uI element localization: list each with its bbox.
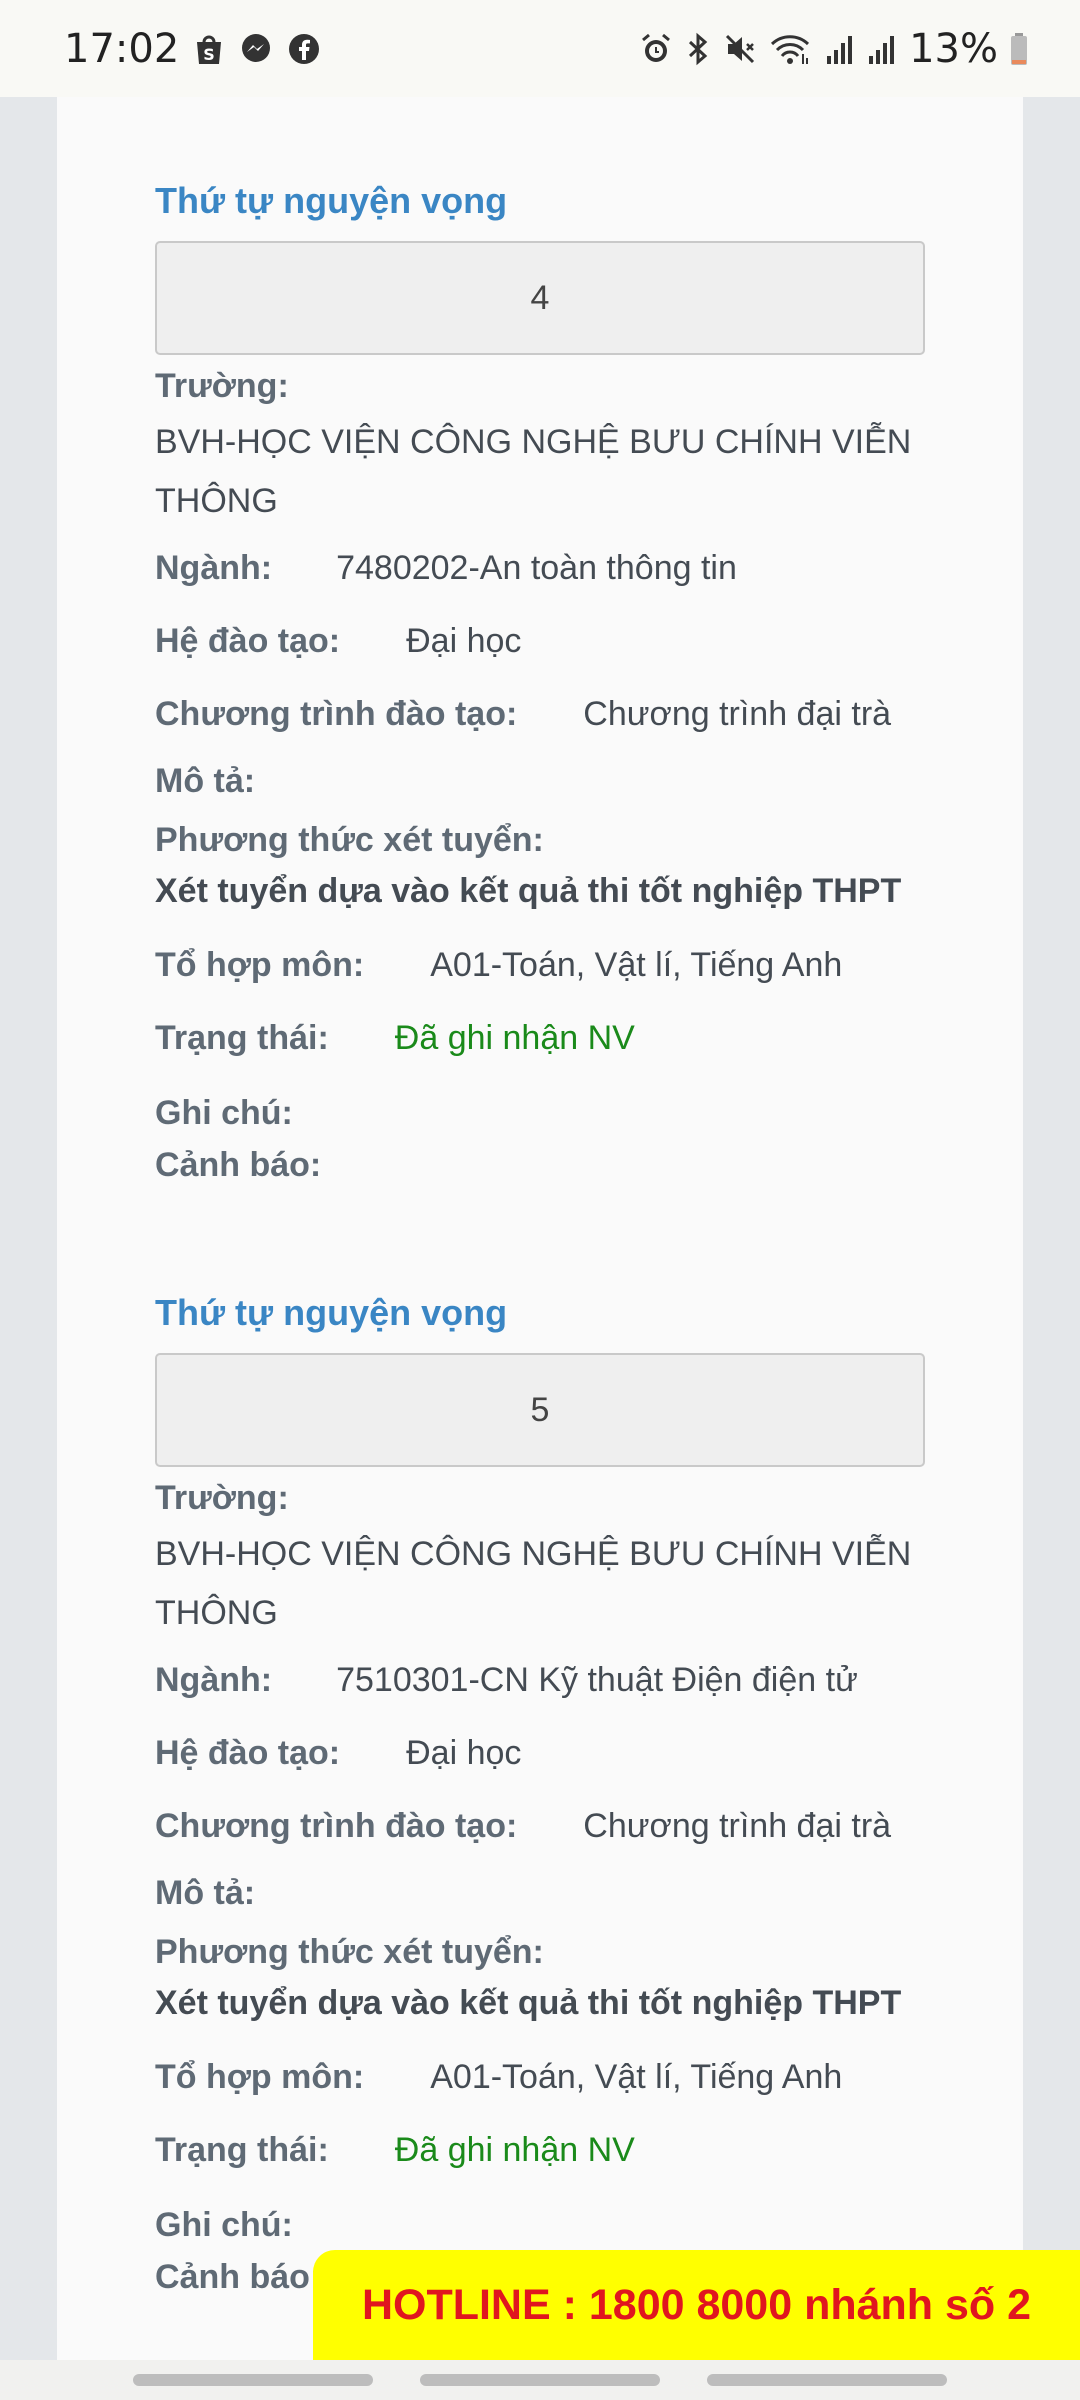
school-label: Trường: — [155, 1479, 289, 1517]
svg-text:S: S — [204, 45, 216, 64]
choice-section: Thứ tự nguyện vọng 5 Trường: BVH-HỌC VIỆ… — [155, 1293, 925, 2305]
program-value: Chương trình đại trà — [583, 695, 892, 733]
subjects-label: Tổ hợp môn: — [155, 2058, 365, 2096]
order-title: Thứ tự nguyện vọng — [155, 1292, 508, 1333]
major-label: Ngành: — [155, 549, 273, 587]
school-value: BVH-HỌC VIỆN CÔNG NGHỆ BƯU CHÍNH VIỄN TH… — [155, 413, 925, 531]
order-value: 5 — [530, 1390, 550, 1429]
description-label: Mô tả: — [155, 1874, 256, 1912]
order-field[interactable]: 5 — [155, 1353, 925, 1467]
note-label: Ghi chú: — [155, 1094, 293, 1132]
method-value: Xét tuyển dựa vào kết quả thi tốt nghiệp… — [155, 1984, 902, 2022]
major-label: Ngành: — [155, 1661, 273, 1699]
training-type-label: Hệ đào tạo: — [155, 622, 341, 660]
school-value: BVH-HỌC VIỆN CÔNG NGHỆ BƯU CHÍNH VIỄN TH… — [155, 1525, 925, 1643]
method-label: Phương thức xét tuyển: — [155, 821, 544, 859]
nav-recent-button[interactable] — [133, 2374, 374, 2386]
description-label: Mô tả: — [155, 762, 256, 800]
order-field[interactable]: 4 — [155, 241, 925, 355]
major-value: 7480202-An toàn thông tin — [336, 549, 737, 587]
subjects-value: A01-Toán, Vật lí, Tiếng Anh — [430, 946, 843, 984]
bluetooth-icon — [685, 32, 711, 66]
hotline-banner[interactable]: HOTLINE : 1800 8000 nhánh số 2 — [313, 2250, 1080, 2360]
signal-icon — [867, 32, 897, 66]
method-value: Xét tuyển dựa vào kết quả thi tốt nghiệp… — [155, 872, 902, 910]
messenger-icon — [239, 32, 273, 66]
wifi-icon — [769, 32, 813, 66]
content-card: Thứ tự nguyện vọng 4 Trường: BVH-HỌC VIỆ… — [57, 97, 1023, 2360]
clock: 17:02 — [64, 25, 180, 72]
status-label: Trạng thái: — [155, 2131, 329, 2169]
program-label: Chương trình đào tạo: — [155, 695, 518, 733]
nav-home-button[interactable] — [419, 2374, 660, 2386]
school-line-1: BVH-HỌC VIỆN CÔNG NGHỆ BƯU CHÍNH VIỄN — [155, 1535, 912, 1573]
status-label: Trạng thái: — [155, 1019, 329, 1057]
status-value: Đã ghi nhận NV — [394, 1019, 635, 1057]
note-label: Ghi chú: — [155, 2206, 293, 2244]
alarm-icon — [639, 32, 673, 66]
school-line-1: BVH-HỌC VIỆN CÔNG NGHỆ BƯU CHÍNH VIỄN — [155, 423, 912, 461]
status-left: 17:02 S — [64, 26, 321, 72]
signal-icon — [825, 32, 855, 66]
status-value: Đã ghi nhận NV — [394, 2131, 635, 2169]
choice-section: Thứ tự nguyện vọng 4 Trường: BVH-HỌC VIỆ… — [155, 181, 925, 1193]
program-label: Chương trình đào tạo: — [155, 1807, 518, 1845]
training-type-label: Hệ đào tạo: — [155, 1734, 341, 1772]
warning-label: Cảnh báo: — [155, 1146, 322, 1184]
school-line-2: THÔNG — [155, 482, 278, 520]
school-label: Trường: — [155, 367, 289, 405]
program-value: Chương trình đại trà — [583, 1807, 892, 1845]
hotline-text: HOTLINE : 1800 8000 nhánh số 2 — [361, 2280, 1032, 2329]
order-value: 4 — [530, 278, 550, 317]
major-value: 7510301-CN Kỹ thuật Điện điện tử — [336, 1661, 858, 1699]
subjects-label: Tổ hợp môn: — [155, 946, 365, 984]
subjects-value: A01-Toán, Vật lí, Tiếng Anh — [430, 2058, 843, 2096]
status-bar: 17:02 S 13% — [0, 0, 1080, 97]
mute-icon — [723, 32, 757, 66]
training-type-value: Đại học — [406, 1734, 522, 1772]
school-line-2: THÔNG — [155, 1594, 278, 1632]
shopee-icon: S — [193, 32, 225, 66]
battery-percent: 13% — [909, 25, 998, 72]
warning-label: Cảnh báo: — [155, 2258, 322, 2296]
navigation-bar — [0, 2360, 1080, 2400]
method-label: Phương thức xét tuyển: — [155, 1933, 544, 1971]
nav-back-button[interactable] — [706, 2374, 947, 2386]
facebook-icon — [287, 32, 321, 66]
order-title: Thứ tự nguyện vọng — [155, 180, 508, 221]
battery-icon — [1010, 32, 1028, 66]
training-type-value: Đại học — [406, 622, 522, 660]
status-right: 13% — [639, 26, 1028, 72]
